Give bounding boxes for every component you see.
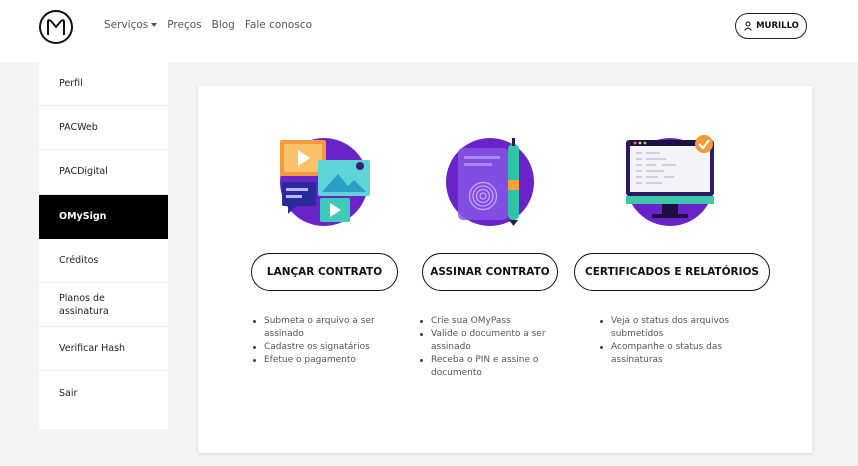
user-icon xyxy=(744,21,752,31)
certificados-relatorios-button[interactable]: CERTIFICADOS E RELATÓRIOS xyxy=(574,253,770,291)
list-item: Acompanhe o status das assinaturas xyxy=(597,341,732,367)
user-name: MURILLO xyxy=(756,21,799,31)
services-card: LANÇAR CONTRATO ASSINAR CONTRATO CERTIFI… xyxy=(198,86,812,453)
sidebar-item-label: Sair xyxy=(59,387,78,399)
lancar-contrato-steps: Submeta o arquivo a ser assinado Cadastr… xyxy=(250,315,380,367)
sidebar-item-label: Perfil xyxy=(59,78,83,90)
sidebar-item-pacdigital[interactable]: PACDigital xyxy=(39,150,168,195)
list-item: Cadastre os signatários xyxy=(250,341,380,354)
sidebar-item-label: PACDigital xyxy=(59,166,108,178)
sidebar-item-label: OMySign xyxy=(59,210,107,222)
assinar-contrato-button[interactable]: ASSINAR CONTRATO xyxy=(422,253,558,291)
sidebar-item-verificar-hash[interactable]: Verificar Hash xyxy=(39,327,168,372)
nav-blog[interactable]: Blog xyxy=(212,19,235,31)
list-item: Crie sua OMyPass xyxy=(417,315,547,328)
top-navbar: Serviços Preços Blog Fale conosco MURILL… xyxy=(0,0,858,62)
fingerprint-phone-icon xyxy=(446,138,534,226)
sidebar: Perfil PACWeb PACDigital OMySign Crédito… xyxy=(39,62,168,429)
sidebar-item-sair[interactable]: Sair xyxy=(39,371,168,415)
list-item: Efetue o pagamento xyxy=(250,354,380,367)
sidebar-item-pacweb[interactable]: PACWeb xyxy=(39,106,168,151)
list-item: Receba o PIN e assine o documento xyxy=(417,354,547,380)
sidebar-item-label: Créditos xyxy=(59,254,99,266)
sidebar-item-label: PACWeb xyxy=(59,122,98,134)
certificados-steps: Veja o status dos arquivos submetidos Ac… xyxy=(597,315,732,367)
sidebar-item-omysign[interactable]: OMySign xyxy=(39,194,168,239)
sidebar-item-label: Planos de assinatura xyxy=(59,292,109,317)
media-files-icon xyxy=(280,138,370,226)
nav-fale-conosco[interactable]: Fale conosco xyxy=(245,19,312,31)
nav-servicos[interactable]: Serviços xyxy=(104,19,157,31)
lancar-contrato-button[interactable]: LANÇAR CONTRATO xyxy=(251,253,398,291)
assinar-contrato-steps: Crie sua OMyPass Valide o documento a se… xyxy=(417,315,547,380)
user-menu-button[interactable]: MURILLO xyxy=(735,13,807,39)
list-item: Valide o documento a ser assinado xyxy=(417,328,547,354)
logo-m-icon xyxy=(47,19,65,35)
sidebar-item-planos[interactable]: Planos de assinatura xyxy=(39,283,168,328)
sidebar-item-label: Verificar Hash xyxy=(59,343,126,355)
sidebar-item-perfil[interactable]: Perfil xyxy=(39,62,168,107)
list-item: Veja o status dos arquivos submetidos xyxy=(597,315,732,341)
main-nav: Serviços Preços Blog Fale conosco xyxy=(104,19,312,31)
brand-logo[interactable] xyxy=(39,10,73,44)
list-item: Submeta o arquivo a ser assinado xyxy=(250,315,380,341)
monitor-check-icon xyxy=(626,135,714,226)
nav-precos[interactable]: Preços xyxy=(167,19,201,31)
sidebar-item-creditos[interactable]: Créditos xyxy=(39,239,168,283)
